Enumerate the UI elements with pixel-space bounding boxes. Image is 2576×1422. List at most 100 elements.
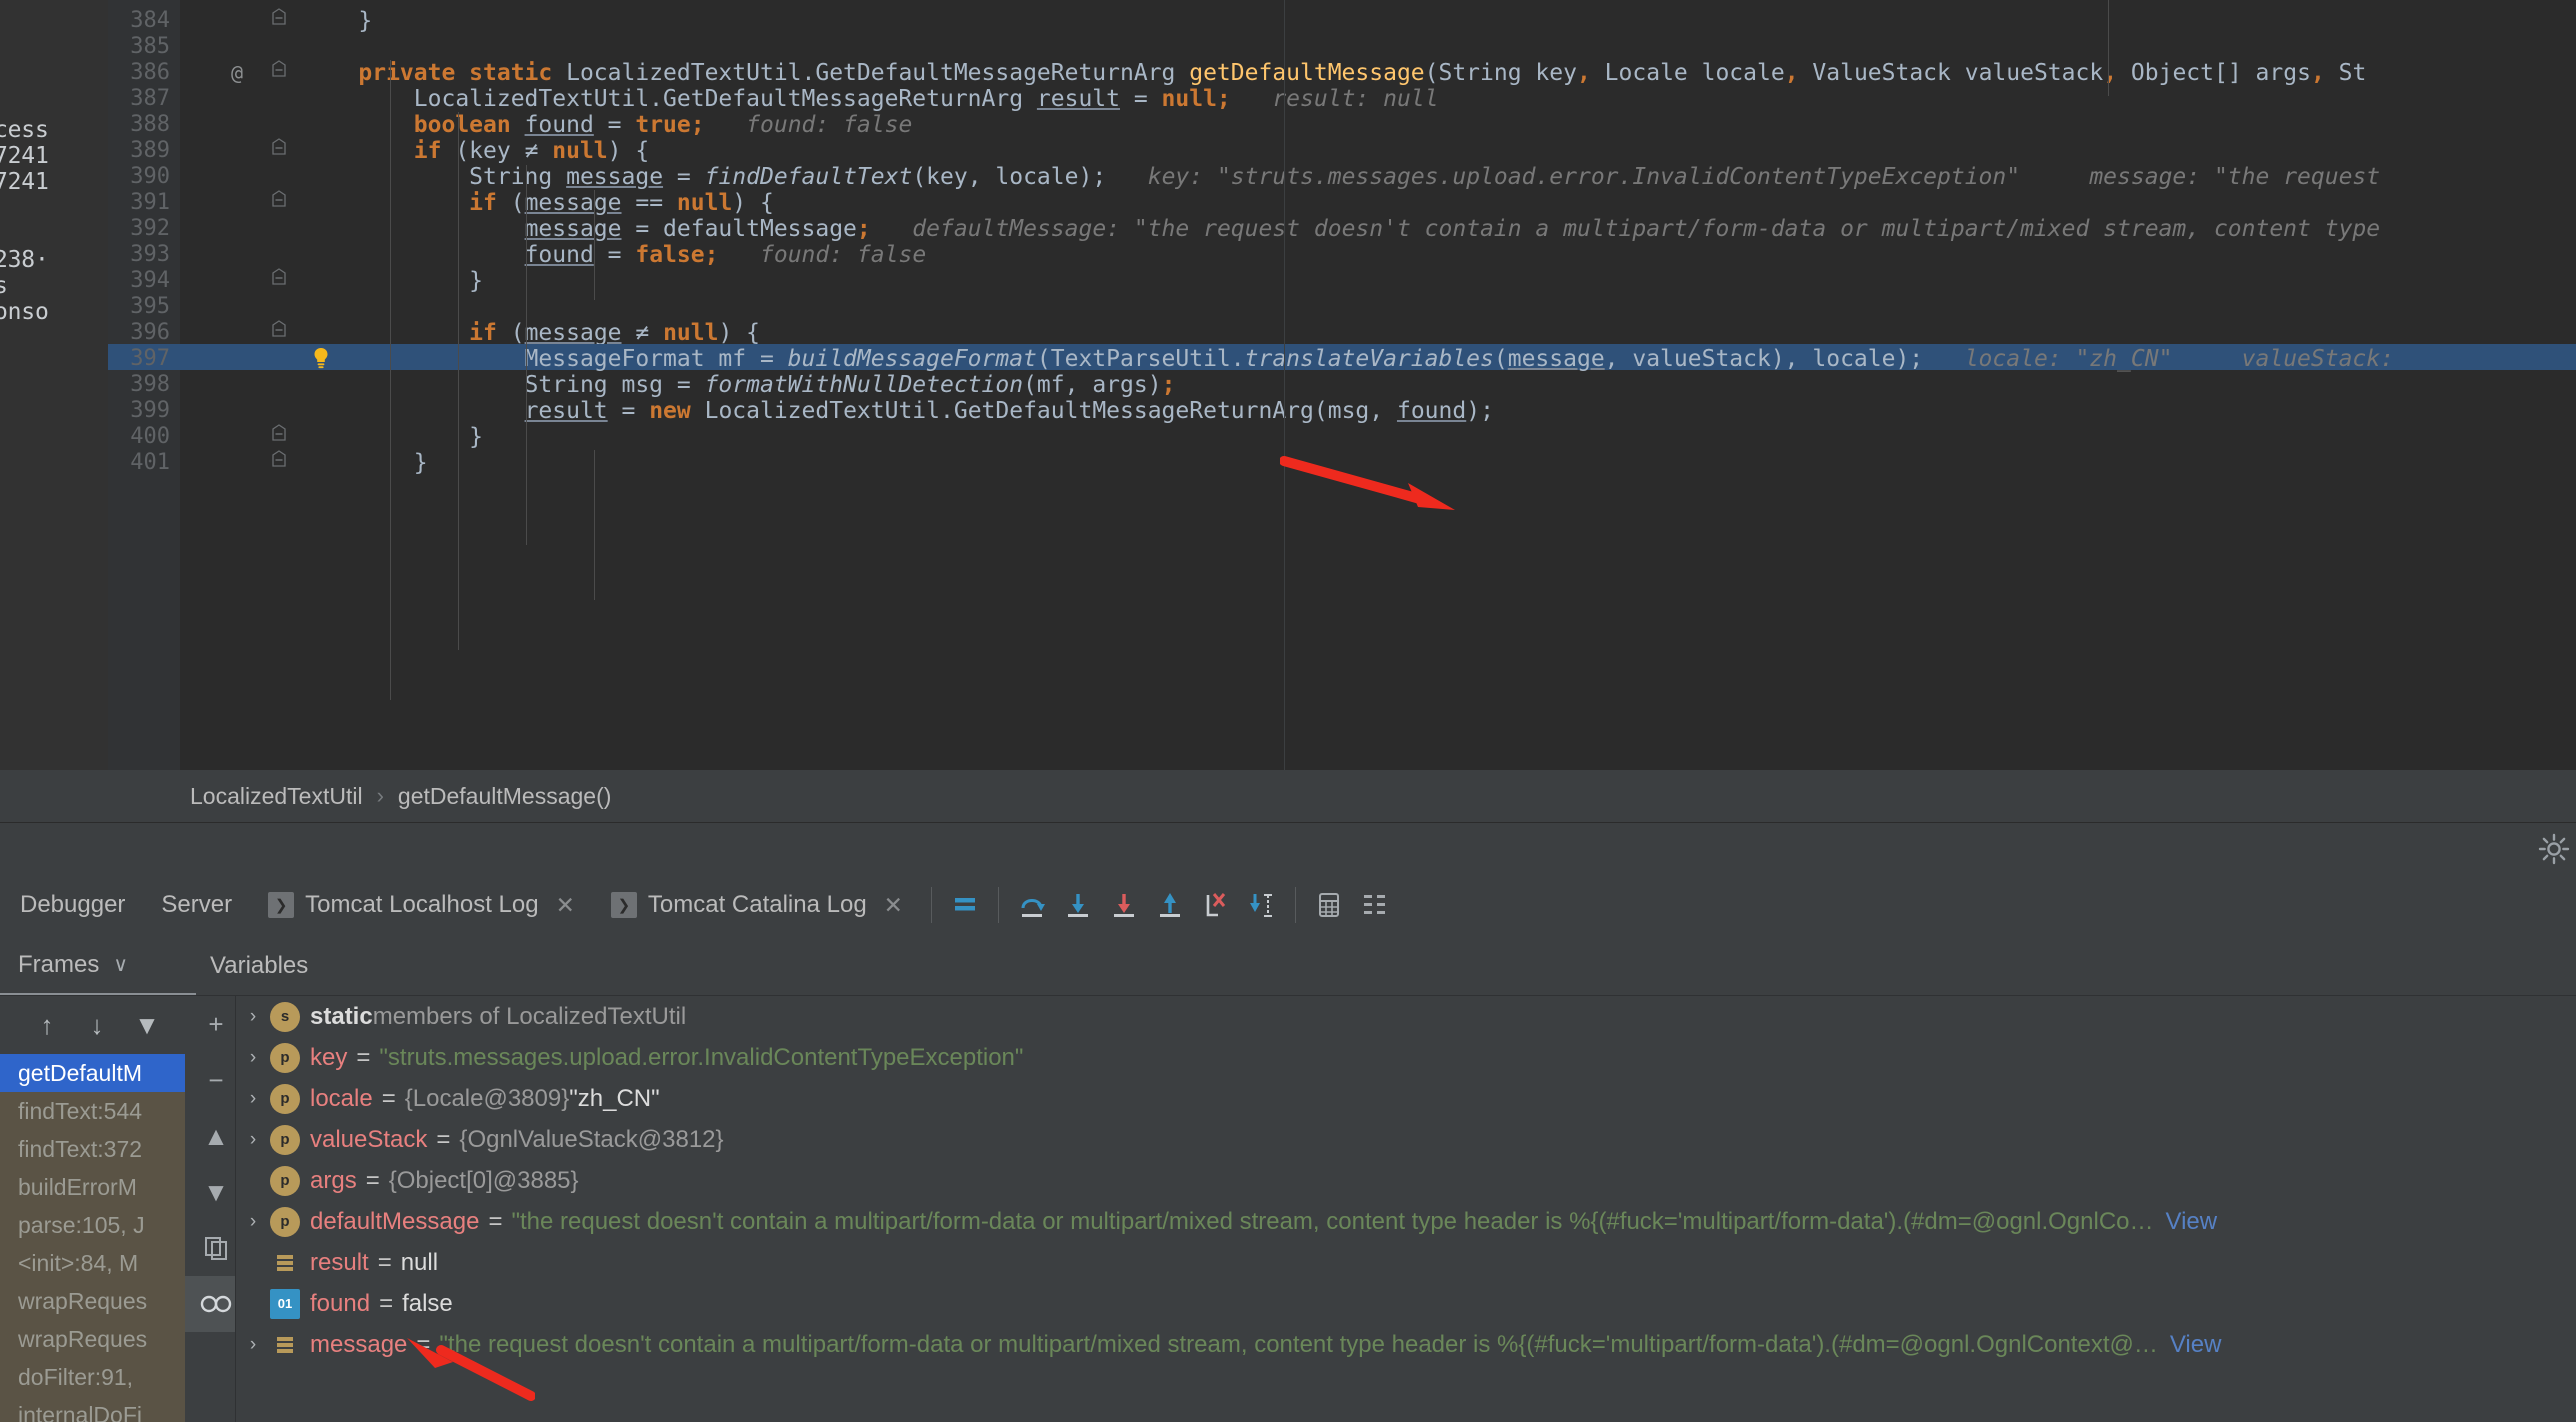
- step-over-icon[interactable]: [1009, 882, 1055, 928]
- frames-toolbar[interactable]: ↑ ↓ ▼: [0, 996, 196, 1054]
- view-value-link[interactable]: View: [2170, 1331, 2222, 1359]
- code-line[interactable]: }: [303, 424, 483, 450]
- frame-list-item[interactable]: internalDoFi: [0, 1396, 196, 1422]
- variable-value: "the request doesn't contain a multipart…: [439, 1330, 2158, 1358]
- variable-row[interactable]: › p key = "struts.messages.upload.error.Inva…: [236, 1037, 2576, 1078]
- code-token: St: [2324, 60, 2367, 86]
- expand-chevron-icon[interactable]: ›: [236, 1047, 270, 1069]
- expand-chevron-icon[interactable]: ›: [236, 1006, 270, 1028]
- code-fold-icon[interactable]: [268, 450, 290, 478]
- variable-row[interactable]: p args = {Object[0]@3885}: [236, 1160, 2576, 1201]
- thread-up-icon[interactable]: ↑: [24, 1002, 70, 1048]
- force-step-into-icon[interactable]: [1101, 882, 1147, 928]
- tool-tab-server[interactable]: Server: [143, 874, 250, 936]
- frame-list-item[interactable]: buildErrorM: [0, 1168, 196, 1206]
- show-execution-point-icon[interactable]: [942, 882, 988, 928]
- frame-list-item[interactable]: wrapReques: [0, 1320, 196, 1358]
- thread-down-icon[interactable]: ↓: [74, 1002, 120, 1048]
- code-line[interactable]: if (key ≠ null) {: [303, 138, 649, 164]
- variable-row[interactable]: › message = "the request doesn't contain a …: [236, 1324, 2576, 1365]
- code-fold-icon[interactable]: [268, 268, 290, 296]
- frame-list-item[interactable]: <init>:84, M: [0, 1244, 196, 1282]
- variable-row[interactable]: › p valueStack = {OgnlValueStack@3812}: [236, 1119, 2576, 1160]
- frame-list-item[interactable]: getDefaultM: [0, 1054, 196, 1092]
- breadcrumb[interactable]: LocalizedTextUtil › getDefaultMessage(): [0, 770, 2576, 822]
- tool-tab-debugger[interactable]: Debugger: [0, 874, 143, 936]
- variable-value: null: [400, 1248, 439, 1276]
- code-line[interactable]: MessageFormat mf = buildMessageFormat(Te…: [303, 346, 2394, 372]
- frame-list-item[interactable]: doFilter:91,: [0, 1358, 196, 1396]
- frame-list-item[interactable]: findText:544: [0, 1092, 196, 1130]
- expand-chevron-icon[interactable]: ›: [236, 1088, 270, 1110]
- code-token: ,: [2103, 60, 2118, 86]
- expand-chevron-icon[interactable]: ›: [236, 1129, 270, 1151]
- toolbar-separator: [997, 887, 999, 923]
- annotation-gutter-marker[interactable]: @: [226, 60, 248, 86]
- settings-gear-icon[interactable]: [2538, 833, 2570, 865]
- code-line[interactable]: }: [303, 450, 428, 476]
- code-editor[interactable]: cess 7241 7241 238· s onso 384 } 385 386 @ …: [0, 0, 2576, 770]
- code-line[interactable]: String msg = formatWithNullDetection(mf,…: [303, 372, 1176, 398]
- code-token: =: [593, 112, 636, 138]
- expand-chevron-icon[interactable]: ›: [236, 1211, 270, 1233]
- code-line[interactable]: String message = findDefaultText(key, lo…: [303, 164, 2380, 190]
- variable-equals: =: [356, 1043, 371, 1071]
- tab-frames[interactable]: Frames ∨: [0, 936, 196, 996]
- code-line[interactable]: }: [303, 8, 372, 34]
- variable-value-extra: "zh_CN": [569, 1084, 660, 1112]
- code-line[interactable]: message = defaultMessage; defaultMessage…: [303, 216, 2381, 242]
- expand-chevron-icon[interactable]: ›: [236, 1334, 270, 1356]
- chevron-right-icon: ›: [376, 783, 384, 808]
- variable-type-icon: [270, 1330, 300, 1360]
- code-token: null: [676, 190, 733, 216]
- code-line[interactable]: boolean found = true; found: false: [303, 112, 913, 138]
- variable-name: locale: [310, 1084, 373, 1112]
- frame-list-item[interactable]: wrapReques: [0, 1282, 196, 1320]
- code-fold-icon[interactable]: [268, 424, 290, 452]
- view-value-link[interactable]: View: [2166, 1208, 2218, 1236]
- frame-list-item[interactable]: findText:372: [0, 1130, 196, 1168]
- code-line[interactable]: private static LocalizedTextUtil.GetDefa…: [303, 60, 2366, 86]
- step-into-icon[interactable]: [1055, 882, 1101, 928]
- breadcrumb-class[interactable]: LocalizedTextUtil: [190, 783, 363, 810]
- code-line[interactable]: if (message == null) {: [303, 190, 774, 216]
- step-out-icon[interactable]: [1147, 882, 1193, 928]
- variable-row[interactable]: › s static members of LocalizedTextUtil: [236, 996, 2576, 1037]
- breadcrumb-method[interactable]: getDefaultMessage(): [398, 783, 612, 810]
- variable-row[interactable]: › p defaultMessage = "the request doesn't co…: [236, 1201, 2576, 1242]
- debugger-subtabs[interactable]: Frames ∨ Variables: [0, 936, 2576, 996]
- settings-icon[interactable]: [1352, 882, 1398, 928]
- chevron-down-icon[interactable]: ∨: [113, 952, 128, 977]
- code-line[interactable]: if (message ≠ null) {: [303, 320, 760, 346]
- tab-variables[interactable]: Variables: [210, 936, 308, 996]
- code-fold-icon[interactable]: [268, 8, 290, 36]
- frames-pane[interactable]: ↑ ↓ ▼ getDefaultM findText:544 findText:372 b…: [0, 996, 196, 1422]
- code-scroll-region[interactable]: 384 } 385 386 @ private static LocalizedTex…: [108, 0, 2576, 770]
- code-line[interactable]: LocalizedTextUtil.GetDefaultMessageRetur…: [303, 86, 1439, 112]
- code-token: Object[] args: [2117, 60, 2311, 86]
- frames-list[interactable]: getDefaultM findText:544 findText:372 build…: [0, 1054, 196, 1422]
- code-line[interactable]: result = new LocalizedTextUtil.GetDefaul…: [303, 398, 1494, 424]
- variable-row[interactable]: 01 found = false: [236, 1283, 2576, 1324]
- code-line[interactable]: }: [303, 268, 483, 294]
- drop-frame-icon[interactable]: [1193, 882, 1239, 928]
- variables-pane[interactable]: › s static members of LocalizedTextUtil › p k…: [236, 996, 2576, 1422]
- code-fold-icon[interactable]: [268, 190, 290, 218]
- background-editor-sliver: cess 7241 7241 238· s onso: [0, 0, 108, 770]
- code-fold-icon[interactable]: [268, 60, 290, 88]
- code-line[interactable]: found = false; found: false: [303, 242, 927, 268]
- tool-tab-tomcat-localhost-log[interactable]: ❯ Tomcat Localhost Log ✕: [250, 874, 593, 936]
- code-token: boolean: [413, 112, 525, 138]
- run-to-cursor-icon[interactable]: [1239, 882, 1285, 928]
- filter-icon[interactable]: ▼: [124, 1002, 170, 1048]
- variable-row[interactable]: result = null: [236, 1242, 2576, 1283]
- code-fold-icon[interactable]: [268, 138, 290, 166]
- tool-window-tabs[interactable]: Debugger Server ❯ Tomcat Localhost Log ✕ ❯ Tom…: [0, 874, 2576, 936]
- frame-list-item[interactable]: parse:105, J: [0, 1206, 196, 1244]
- debug-tool-window[interactable]: Debugger Server ❯ Tomcat Localhost Log ✕ ❯ Tom…: [0, 874, 2576, 1422]
- evaluate-expression-icon[interactable]: [1306, 882, 1352, 928]
- variable-row[interactable]: › p locale = {Locale@3809} "zh_CN": [236, 1078, 2576, 1119]
- tool-tab-tomcat-catalina-log[interactable]: ❯ Tomcat Catalina Log ✕: [593, 874, 921, 936]
- close-icon[interactable]: ✕: [884, 892, 903, 919]
- close-icon[interactable]: ✕: [556, 892, 575, 919]
